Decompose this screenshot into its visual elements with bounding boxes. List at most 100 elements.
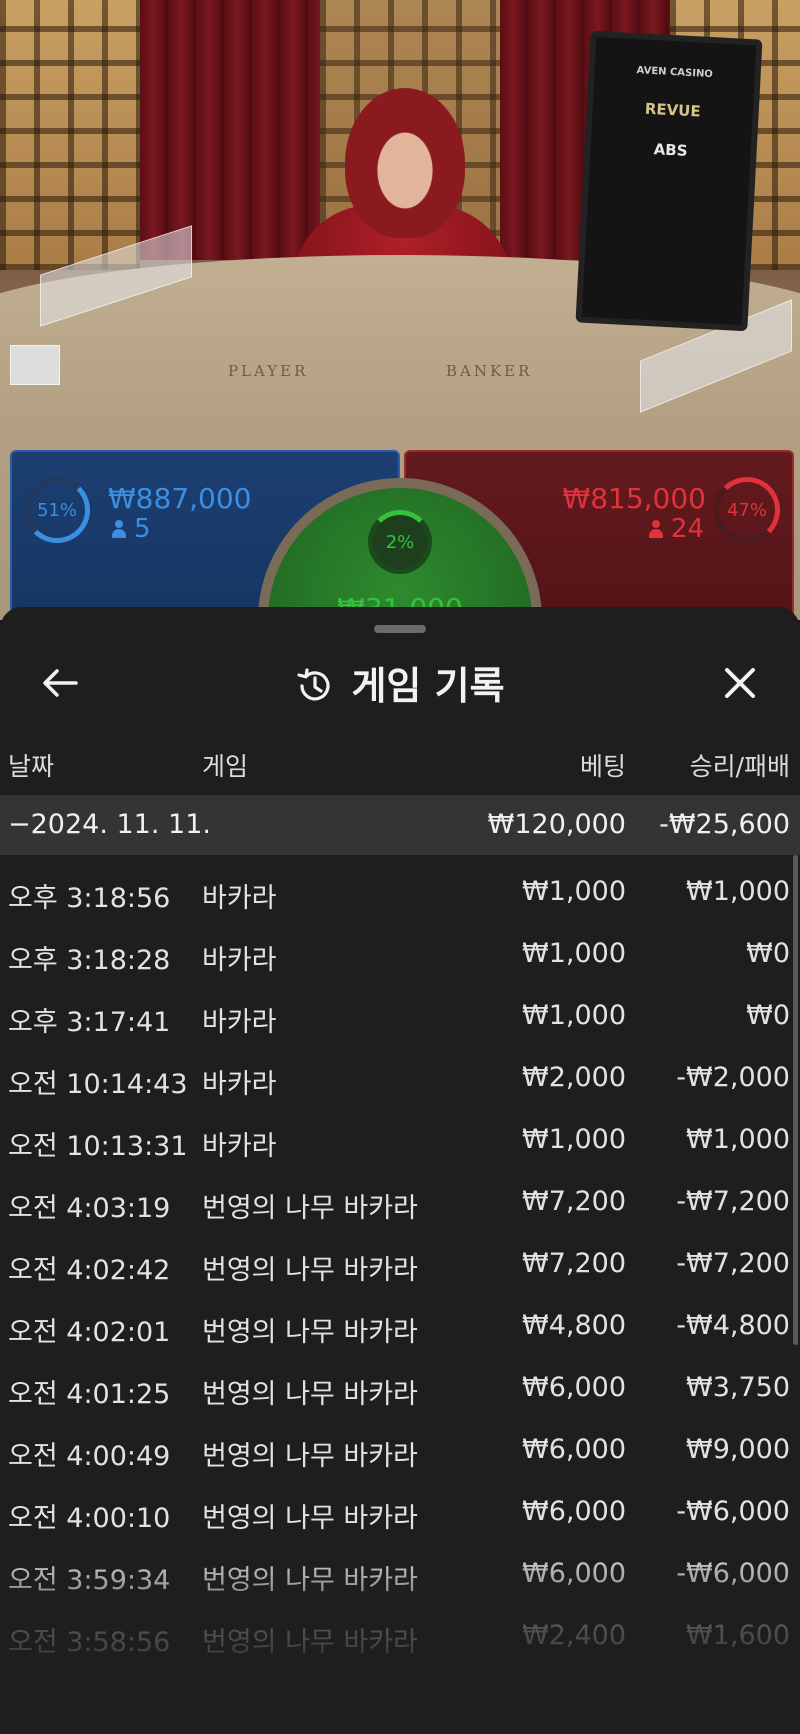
row-bet: ₩4,800 [522, 1310, 626, 1341]
row-bet: ₩1,000 [522, 938, 626, 969]
person-icon [648, 520, 663, 538]
table-monitor: AVEN CASINO REVUE ABS [575, 30, 763, 332]
banker-count: 24 [648, 514, 704, 544]
row-bet: ₩1,000 [522, 1000, 626, 1031]
player-amount: ₩887,000 [108, 482, 252, 515]
row-game: 번영의 나무 바카라 [202, 1441, 418, 1472]
column-header-game[interactable]: 게임 [202, 747, 248, 783]
row-bet: ₩6,000 [522, 1434, 626, 1465]
row-result: ₩3,750 [686, 1372, 790, 1403]
row-time: 오전 4:02:01 [8, 1317, 171, 1348]
table-row[interactable]: 오전 4:00:10 번영의 나무 바카라 ₩6,000 -₩6,000 [0, 1482, 790, 1544]
row-game: 바카라 [202, 1131, 277, 1162]
curtain-left [140, 0, 320, 260]
row-bet: ₩2,400 [522, 1620, 626, 1651]
row-time: 오전 4:00:49 [8, 1441, 171, 1472]
row-result: -₩6,000 [676, 1496, 790, 1527]
group-result-total: -₩25,600 [659, 809, 790, 840]
row-time: 오전 4:02:42 [8, 1255, 171, 1286]
close-icon [725, 668, 755, 698]
table-row[interactable]: 오후 3:17:41 바카라 ₩1,000 ₩0 [0, 986, 790, 1048]
row-result: ₩0 [746, 1000, 790, 1031]
table-row[interactable]: 오전 3:58:56 번영의 나무 바카라 ₩2,400 ₩1,600 [0, 1606, 790, 1668]
scrollbar[interactable] [793, 855, 798, 1345]
table-row[interactable]: 오전 4:03:19 번영의 나무 바카라 ₩7,200 -₩7,200 [0, 1172, 790, 1234]
row-result: ₩1,000 [686, 876, 790, 907]
banker-percent-ring: 47% [714, 477, 780, 543]
row-game: 번영의 나무 바카라 [202, 1627, 418, 1658]
row-bet: ₩7,200 [522, 1248, 626, 1279]
brand-abs: ABS [653, 140, 688, 160]
row-bet: ₩6,000 [522, 1372, 626, 1403]
row-result: -₩2,000 [676, 1062, 790, 1093]
banker-amount: ₩815,000 [562, 482, 706, 515]
row-result: ₩9,000 [686, 1434, 790, 1465]
felt-label-player: PLAYER [228, 362, 309, 380]
table-row[interactable]: 오후 3:18:28 바카라 ₩1,000 ₩0 [0, 924, 790, 986]
date-group-row[interactable]: −2024. 11. 11. ₩120,000 -₩25,600 [0, 795, 800, 855]
table-row[interactable]: 오전 4:00:49 번영의 나무 바카라 ₩6,000 ₩9,000 [0, 1420, 790, 1482]
player-percent-ring: 51% [24, 477, 90, 543]
table-row[interactable]: 오전 4:01:25 번영의 나무 바카라 ₩6,000 ₩3,750 [0, 1358, 790, 1420]
row-time: 오전 10:14:43 [8, 1069, 188, 1100]
close-button[interactable] [712, 655, 768, 711]
row-game: 번영의 나무 바카라 [202, 1255, 418, 1286]
row-time: 오후 3:18:28 [8, 945, 171, 976]
column-header-bet[interactable]: 베팅 [580, 747, 626, 783]
history-icon [295, 667, 333, 714]
table-row[interactable]: 오후 3:18:56 바카라 ₩1,000 ₩1,000 [0, 862, 790, 924]
column-header-result[interactable]: 승리/패배 [690, 747, 790, 783]
row-game: 번영의 나무 바카라 [202, 1503, 418, 1534]
player-count: 5 [112, 514, 151, 544]
row-bet: ₩1,000 [522, 1124, 626, 1155]
row-game: 바카라 [202, 1069, 277, 1100]
row-time: 오후 3:17:41 [8, 1007, 171, 1038]
brand-aven-casino: AVEN CASINO [636, 65, 714, 81]
brand-revue: REVUE [644, 99, 702, 121]
banker-percent: 47% [726, 499, 767, 521]
row-bet: ₩6,000 [522, 1496, 626, 1527]
row-result: ₩0 [746, 938, 790, 969]
table-row[interactable]: 오전 10:13:31 바카라 ₩1,000 ₩1,000 [0, 1110, 790, 1172]
live-video: PLAYER BANKER AVEN CASINO REVUE ABS 51% … [0, 0, 800, 620]
dealer-head [345, 88, 465, 238]
table-row[interactable]: 오전 4:02:01 번영의 나무 바카라 ₩4,800 -₩4,800 [0, 1296, 790, 1358]
sheet-title: 게임 기록 [0, 655, 800, 714]
row-time: 오전 10:13:31 [8, 1131, 188, 1162]
tie-percent-ring: 2% [368, 510, 432, 574]
row-game: 번영의 나무 바카라 [202, 1317, 418, 1348]
felt-label-banker: BANKER [446, 362, 533, 380]
row-bet: ₩6,000 [522, 1558, 626, 1589]
table-row[interactable]: 오전 4:02:42 번영의 나무 바카라 ₩7,200 -₩7,200 [0, 1234, 790, 1296]
row-result: -₩6,000 [676, 1558, 790, 1589]
row-bet: ₩1,000 [522, 876, 626, 907]
row-game: 바카라 [202, 945, 277, 976]
row-result: -₩7,200 [676, 1248, 790, 1279]
row-game: 번영의 나무 바카라 [202, 1565, 418, 1596]
row-result: -₩7,200 [676, 1186, 790, 1217]
row-time: 오전 4:01:25 [8, 1379, 171, 1410]
person-icon [112, 520, 126, 538]
row-result: ₩1,600 [686, 1620, 790, 1651]
row-game: 바카라 [202, 883, 277, 914]
player-percent: 51% [36, 499, 77, 521]
row-game: 번영의 나무 바카라 [202, 1379, 418, 1410]
row-result: ₩1,000 [686, 1124, 790, 1155]
sheet-drag-handle[interactable] [374, 625, 426, 633]
card-deck [10, 345, 60, 385]
table-row[interactable]: 오전 3:59:34 번영의 나무 바카라 ₩6,000 -₩6,000 [0, 1544, 790, 1606]
row-result: -₩4,800 [676, 1310, 790, 1341]
row-time: 오전 4:03:19 [8, 1193, 171, 1224]
column-header-date[interactable]: 날짜 [8, 747, 54, 783]
row-time: 오후 3:18:56 [8, 883, 171, 914]
row-game: 번영의 나무 바카라 [202, 1193, 418, 1224]
tie-percent: 2% [385, 531, 415, 553]
row-time: 오전 3:58:56 [8, 1627, 171, 1658]
row-time: 오전 4:00:10 [8, 1503, 171, 1534]
group-date: −2024. 11. 11. [8, 809, 211, 840]
group-bet-total: ₩120,000 [487, 809, 626, 840]
table-row[interactable]: 오전 10:14:43 바카라 ₩2,000 -₩2,000 [0, 1048, 790, 1110]
sheet-title-text: 게임 기록 [351, 664, 505, 708]
row-time: 오전 3:59:34 [8, 1565, 171, 1596]
row-game: 바카라 [202, 1007, 277, 1038]
